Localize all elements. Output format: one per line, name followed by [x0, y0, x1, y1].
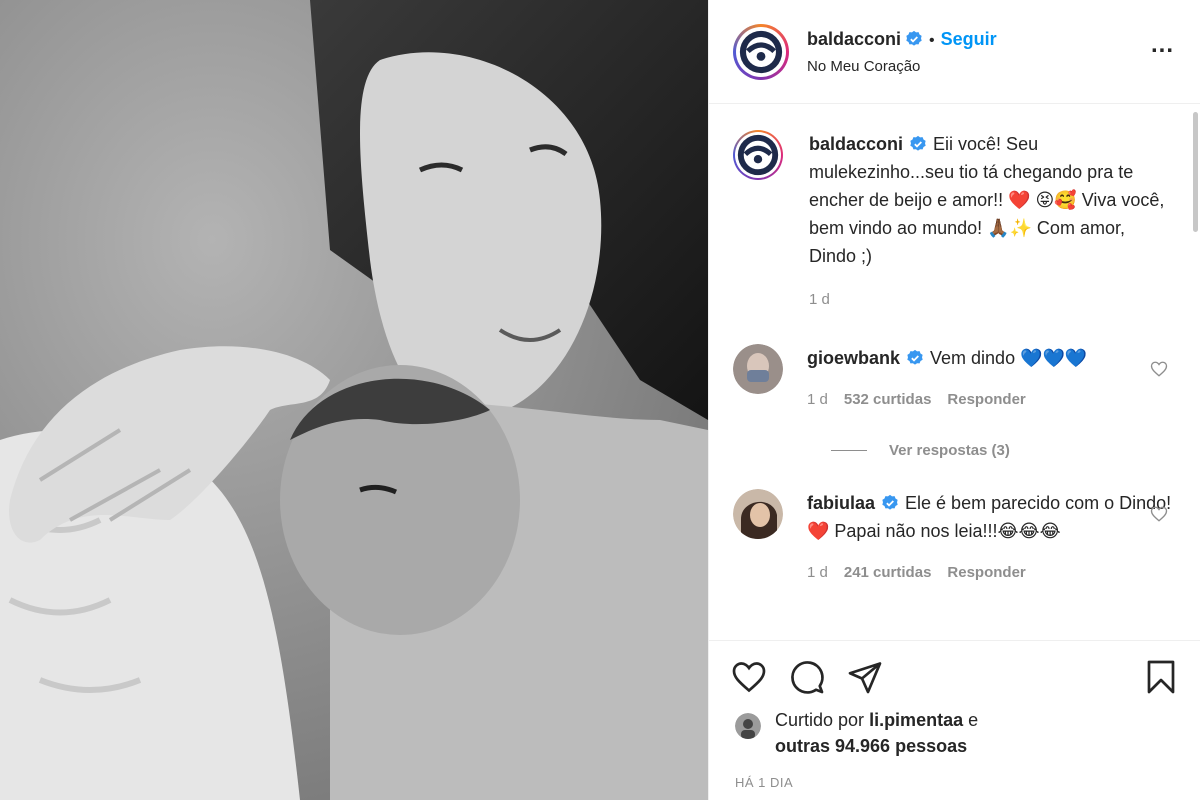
likes-conj: e	[968, 710, 979, 730]
header-separator: •	[929, 31, 935, 49]
caption-row: baldacconi Eii você! Seu mulekezinho...se…	[733, 130, 1172, 314]
caption-avatar[interactable]	[733, 130, 783, 180]
reply-button[interactable]: Responder	[947, 386, 1025, 414]
comment-likes[interactable]: 532 curtidas	[844, 386, 932, 414]
caption-time[interactable]: 1 d	[809, 286, 830, 314]
follow-button[interactable]: Seguir	[941, 29, 997, 49]
replies-divider	[831, 450, 867, 451]
comments-list[interactable]: baldacconi Eii você! Seu mulekezinho...se…	[709, 104, 1200, 639]
commenter-avatar[interactable]	[733, 344, 783, 394]
liker-avatar[interactable]	[735, 713, 761, 739]
liker-username[interactable]: li.pimentaa	[869, 710, 963, 730]
caption-body: baldacconi Eii você! Seu mulekezinho...se…	[809, 130, 1172, 314]
view-replies-label: Ver respostas (3)	[889, 442, 1010, 459]
comment-text: Vem dindo 💙💙💙	[930, 348, 1088, 368]
comment-body: gioewbank Vem dindo 💙💙💙 1 d 532 curtidas …	[807, 344, 1172, 414]
comment-body: fabiulaa Ele é bem parecido com o Dindo!❤…	[807, 489, 1172, 587]
commenter-avatar[interactable]	[733, 489, 783, 539]
post-photo-image	[0, 0, 708, 800]
caption-meta: 1 d	[809, 286, 1172, 314]
comment-username[interactable]: fabiulaa	[807, 493, 875, 513]
post-side-panel: baldacconi • Seguir No Meu Coração ... b…	[708, 0, 1200, 800]
comment-row: fabiulaa Ele é bem parecido com o Dindo!❤…	[733, 489, 1172, 587]
author-avatar-image	[739, 30, 783, 73]
verified-icon	[882, 494, 898, 510]
post-header: baldacconi • Seguir No Meu Coração ...	[709, 0, 1200, 104]
caption-username[interactable]: baldacconi	[809, 134, 903, 154]
author-avatar[interactable]	[733, 23, 789, 80]
caption-avatar-image	[737, 134, 779, 176]
comment-username[interactable]: gioewbank	[807, 348, 900, 368]
likes-summary: Curtido por li.pimentaa e outras 94.966 …	[731, 707, 1179, 759]
comment-likes[interactable]: 241 curtidas	[844, 559, 932, 587]
liker-avatar-image	[735, 713, 761, 739]
reply-button[interactable]: Responder	[947, 559, 1025, 587]
instagram-post: baldacconi • Seguir No Meu Coração ... b…	[0, 0, 1200, 800]
post-actions: Curtido por li.pimentaa e outras 94.966 …	[709, 640, 1200, 790]
comment-meta: 1 d 241 curtidas Responder	[807, 559, 1172, 587]
verified-icon	[907, 349, 923, 365]
post-photo[interactable]	[0, 0, 708, 800]
verified-icon	[906, 30, 922, 46]
view-replies-button[interactable]: Ver respostas (3)	[831, 442, 1172, 459]
post-date[interactable]: HÁ 1 DIA	[735, 775, 1179, 790]
likes-text: Curtido por li.pimentaa e outras 94.966 …	[775, 707, 978, 759]
action-icons	[731, 641, 1179, 713]
post-header-names: baldacconi • Seguir No Meu Coração	[807, 29, 1151, 75]
commenter-avatar-image	[733, 344, 783, 394]
comment-meta: 1 d 532 curtidas Responder	[807, 386, 1172, 414]
post-location[interactable]: No Meu Coração	[807, 58, 1151, 75]
commenter-avatar-image	[733, 489, 783, 539]
comment-heart-icon[interactable]	[1150, 360, 1168, 378]
verified-icon	[910, 135, 926, 151]
comment-row: gioewbank Vem dindo 💙💙💙 1 d 532 curtidas …	[733, 344, 1172, 414]
comment-icon[interactable]	[789, 659, 825, 695]
more-icon[interactable]: ...	[1151, 32, 1174, 64]
comment-heart-icon[interactable]	[1150, 505, 1168, 523]
comment-time[interactable]: 1 d	[807, 386, 828, 414]
share-icon[interactable]	[847, 659, 883, 695]
bookmark-icon[interactable]	[1143, 659, 1179, 695]
heart-icon[interactable]	[731, 659, 767, 695]
author-username[interactable]: baldacconi	[807, 29, 901, 49]
comment-time[interactable]: 1 d	[807, 559, 828, 587]
likes-others[interactable]: outras 94.966 pessoas	[775, 736, 967, 756]
likes-prefix: Curtido por	[775, 710, 865, 730]
